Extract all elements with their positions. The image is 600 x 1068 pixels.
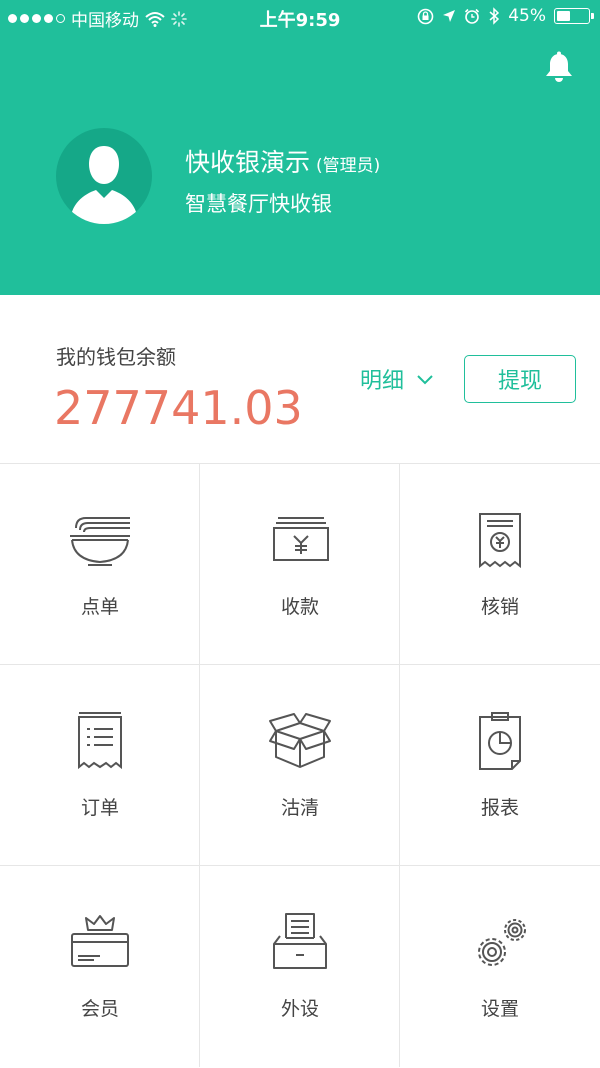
wallet-balance-amount: 277741.03 <box>54 381 303 435</box>
menu-item-peripherals[interactable]: 外设 <box>200 866 400 1067</box>
menu-item-orders[interactable]: 订单 <box>0 665 200 866</box>
order-list-icon <box>78 712 122 770</box>
rotation-lock-icon <box>417 8 434 24</box>
gears-icon <box>478 919 526 966</box>
user-silhouette-icon <box>70 146 138 224</box>
wallet-balance-label: 我的钱包余额 <box>56 345 176 369</box>
wallet-card: 我的钱包余额 277741.03 明细 提现 <box>0 295 600 464</box>
menu-label: 报表 <box>480 797 519 819</box>
status-bar: 中国移动 上午9:59 45% <box>0 0 600 34</box>
profile-name: 快收银演示 (管理员) <box>185 143 380 179</box>
profile-name-text: 快收银演示 <box>185 148 311 177</box>
menu-label: 沽清 <box>280 797 319 819</box>
menu-label: 点单 <box>80 596 119 618</box>
store-name: 智慧餐厅快收银 <box>185 192 332 216</box>
detail-dropdown[interactable]: 明细 <box>360 363 434 395</box>
menu-label: 外设 <box>280 998 319 1020</box>
menu-item-reports[interactable]: 报表 <box>400 665 600 866</box>
cash-icon <box>273 517 329 561</box>
report-chart-icon <box>479 712 521 770</box>
menu-label: 会员 <box>80 998 119 1020</box>
battery-percent: 45% <box>508 6 546 26</box>
menu-label: 收款 <box>280 596 319 618</box>
member-card-icon <box>71 915 129 967</box>
feature-grid: 点单 收款 核销 订单 沽清 报表 会员 外设 设置 <box>0 464 600 1068</box>
menu-label: 核销 <box>480 596 519 618</box>
location-icon <box>443 10 456 22</box>
noodle-bowl-icon <box>70 517 130 566</box>
open-box-icon <box>269 713 331 768</box>
menu-item-verify[interactable]: 核销 <box>400 464 600 665</box>
withdraw-button[interactable]: 提现 <box>464 355 576 403</box>
menu-item-members[interactable]: 会员 <box>0 866 200 1067</box>
menu-item-collect-payment[interactable]: 收款 <box>200 464 400 665</box>
chevron-down-icon <box>417 374 433 384</box>
menu-label: 订单 <box>80 797 119 819</box>
menu-item-settings[interactable]: 设置 <box>400 866 600 1067</box>
menu-item-order-dishes[interactable]: 点单 <box>0 464 200 665</box>
alarm-icon <box>465 8 480 24</box>
menu-label: 设置 <box>480 998 519 1020</box>
avatar[interactable] <box>56 128 152 224</box>
battery-icon <box>554 8 594 24</box>
notification-bell-icon[interactable] <box>542 50 576 84</box>
receipt-yen-icon <box>479 513 521 569</box>
menu-item-sold-out[interactable]: 沽清 <box>200 665 400 866</box>
profile-role: (管理员) <box>316 156 381 176</box>
header: 中国移动 上午9:59 45% 快收银演示 (管理员) 智慧餐厅快收银 <box>0 0 600 295</box>
bluetooth-icon <box>489 7 500 25</box>
detail-label: 明细 <box>360 369 405 394</box>
printer-icon <box>273 913 327 969</box>
